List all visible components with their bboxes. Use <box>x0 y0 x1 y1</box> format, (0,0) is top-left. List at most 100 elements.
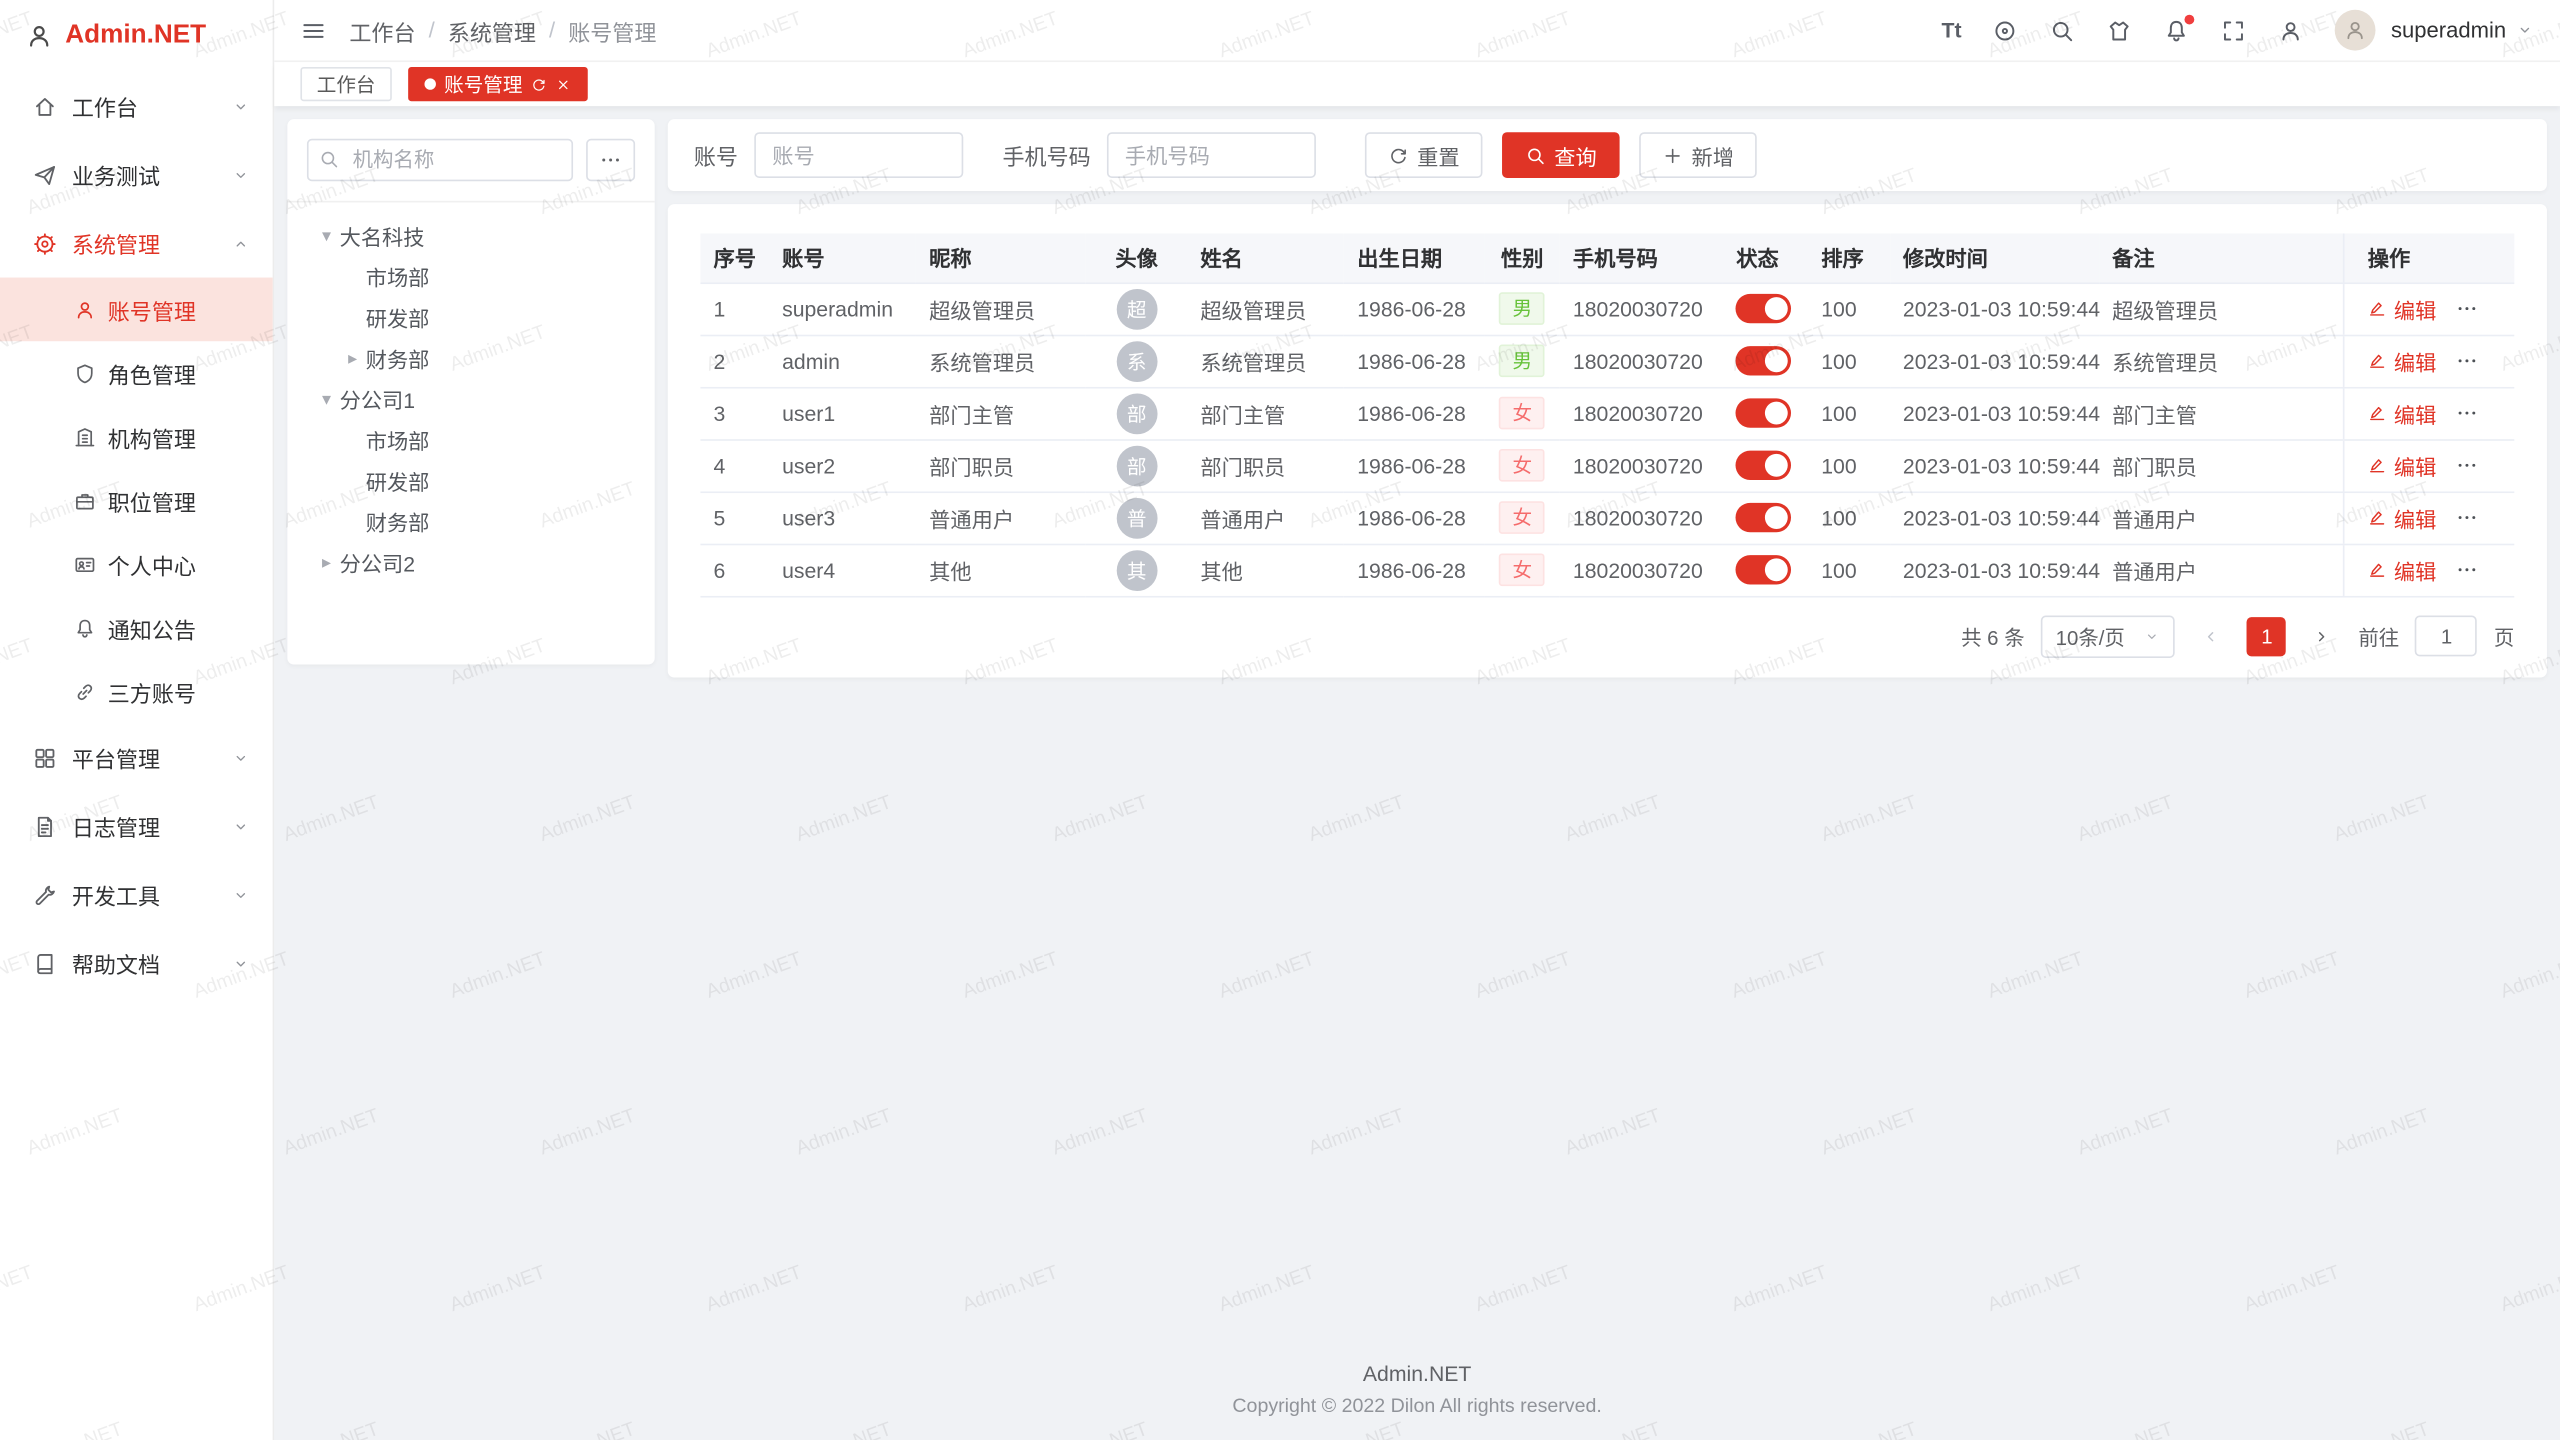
refresh-icon[interactable] <box>531 76 547 92</box>
status-toggle[interactable] <box>1736 451 1792 480</box>
sidebar-item-position-mgmt[interactable]: 职位管理 <box>0 469 273 533</box>
breadcrumb-item[interactable]: 系统管理 <box>448 14 536 47</box>
user-settings-icon[interactable] <box>2278 17 2304 43</box>
next-page-button[interactable] <box>2303 616 2342 655</box>
tree-node[interactable]: ▾大名科技 <box>307 216 635 257</box>
tree-node[interactable]: ▾分公司1 <box>307 379 635 420</box>
row-more-button[interactable] <box>2456 454 2479 477</box>
status-toggle[interactable] <box>1736 398 1792 427</box>
avatar[interactable] <box>2335 10 2376 51</box>
username[interactable]: superadmin <box>2391 18 2506 42</box>
goto-page-input[interactable] <box>2415 616 2477 657</box>
edit-button[interactable]: 编辑 <box>2368 502 2437 533</box>
edit-button[interactable]: 编辑 <box>2368 345 2437 376</box>
tabbar: 工作台账号管理 <box>274 62 2560 106</box>
notification-icon[interactable] <box>2164 17 2190 43</box>
cell-sort: 100 <box>1808 439 1890 491</box>
page-number-button[interactable]: 1 <box>2247 616 2286 655</box>
status-toggle[interactable] <box>1736 555 1792 584</box>
search-button[interactable]: 查询 <box>1502 132 1620 178</box>
account-input[interactable] <box>754 132 963 178</box>
column-header-account: 账号 <box>769 233 916 282</box>
cell-name: 其他 <box>1187 544 1344 596</box>
tree-node[interactable]: 研发部 <box>307 460 635 501</box>
tab-workbench[interactable]: 工作台 <box>300 67 391 101</box>
sidebar-item-system-mgmt[interactable]: 系统管理 <box>0 209 273 278</box>
fullscreen-icon[interactable] <box>2221 17 2247 43</box>
tree-node[interactable]: 市场部 <box>307 420 635 461</box>
filter-buttons: 重置 查询 新增 <box>1365 132 1757 178</box>
page-size-select[interactable]: 10条/页 <box>2041 615 2176 657</box>
tree-expand-icon[interactable]: ▸ <box>340 348 366 369</box>
breadcrumb-separator: / <box>429 18 435 42</box>
org-search-input[interactable] <box>307 139 573 181</box>
add-button[interactable]: 新增 <box>1639 132 1757 178</box>
row-more-button[interactable] <box>2456 558 2479 581</box>
chevron-down-icon <box>232 166 250 184</box>
sidebar-item-notice[interactable]: 通知公告 <box>0 596 273 660</box>
phone-input[interactable] <box>1107 132 1316 178</box>
status-toggle[interactable] <box>1736 346 1792 375</box>
tree-expand-icon[interactable]: ▸ <box>313 552 339 573</box>
row-more-button[interactable] <box>2456 297 2479 320</box>
status-toggle[interactable] <box>1736 503 1792 532</box>
row-more-button[interactable] <box>2456 349 2479 372</box>
sidebar-item-label: 机构管理 <box>108 420 196 453</box>
edit-button[interactable]: 编辑 <box>2368 450 2437 481</box>
status-toggle[interactable] <box>1736 294 1792 323</box>
cell-no: 2 <box>700 335 769 387</box>
tree-node[interactable]: 财务部 <box>307 501 635 542</box>
row-more-button[interactable] <box>2456 506 2479 529</box>
sidebar-item-log-mgmt[interactable]: 日志管理 <box>0 792 273 861</box>
content: ▾大名科技市场部研发部▸财务部▾分公司1市场部研发部财务部▸分公司2 账号 手机… <box>274 106 2560 1348</box>
hamburger-icon[interactable] <box>300 17 326 43</box>
tree-expand-icon[interactable]: ▾ <box>313 389 339 410</box>
theme-icon[interactable] <box>2107 17 2133 43</box>
prev-page-button[interactable] <box>2192 616 2231 655</box>
sidebar-item-platform-mgmt[interactable]: 平台管理 <box>0 723 273 792</box>
tab-account-mgmt[interactable]: 账号管理 <box>408 67 588 101</box>
reset-button[interactable]: 重置 <box>1365 132 1483 178</box>
sidebar-item-org-mgmt[interactable]: 机构管理 <box>0 405 273 469</box>
tree-node[interactable]: 研发部 <box>307 297 635 338</box>
sidebar-item-role-mgmt[interactable]: 角色管理 <box>0 341 273 405</box>
edit-button[interactable]: 编辑 <box>2368 398 2437 429</box>
sidebar-item-account-mgmt[interactable]: 账号管理 <box>0 278 273 342</box>
cell-avatar: 部 <box>1086 439 1187 491</box>
footer-copyright: Copyright © 2022 Dilon All rights reserv… <box>274 1394 2560 1417</box>
sidebar-item-workbench[interactable]: 工作台 <box>0 72 273 141</box>
chevron-down-icon <box>232 954 250 972</box>
reset-label: 重置 <box>1417 140 1459 171</box>
tree-expand-icon[interactable]: ▾ <box>313 225 339 246</box>
edit-label: 编辑 <box>2394 450 2436 481</box>
sidebar-item-help-docs[interactable]: 帮助文档 <box>0 929 273 998</box>
edit-button[interactable]: 编辑 <box>2368 293 2437 324</box>
row-more-button[interactable] <box>2456 402 2479 425</box>
breadcrumb-item[interactable]: 工作台 <box>349 14 415 47</box>
close-icon[interactable] <box>555 76 571 92</box>
globe-icon[interactable] <box>1993 17 2019 43</box>
breadcrumb: 工作台/系统管理/账号管理 <box>349 14 656 47</box>
send-icon <box>33 162 57 186</box>
logo[interactable]: Admin.NET <box>0 0 273 72</box>
cell-name: 超级管理员 <box>1187 282 1344 334</box>
sidebar-item-personal-center[interactable]: 个人中心 <box>0 532 273 596</box>
cell-no: 5 <box>700 491 769 543</box>
edit-button[interactable]: 编辑 <box>2368 554 2437 585</box>
cell-sort: 100 <box>1808 491 1890 543</box>
row-avatar: 部 <box>1116 445 1157 486</box>
sidebar-item-business-test[interactable]: 业务测试 <box>0 140 273 209</box>
tree-node[interactable]: ▸财务部 <box>307 338 635 379</box>
tree-node[interactable]: ▸分公司2 <box>307 542 635 583</box>
filter-bar: 账号 手机号码 重置 查询 新增 <box>668 119 2547 191</box>
tree-node[interactable]: 市场部 <box>307 256 635 297</box>
refresh-icon <box>1388 144 1409 165</box>
cell-op: 编辑 <box>2344 387 2514 439</box>
cell-status <box>1723 282 1808 334</box>
sidebar-item-third-party-account[interactable]: 三方账号 <box>0 660 273 724</box>
tree-more-button[interactable] <box>586 139 635 181</box>
search-icon[interactable] <box>2050 17 2076 43</box>
chevron-down-icon[interactable] <box>2516 21 2534 39</box>
sidebar-item-dev-tools[interactable]: 开发工具 <box>0 860 273 929</box>
font-size-icon[interactable]: Tt <box>1942 18 1962 42</box>
